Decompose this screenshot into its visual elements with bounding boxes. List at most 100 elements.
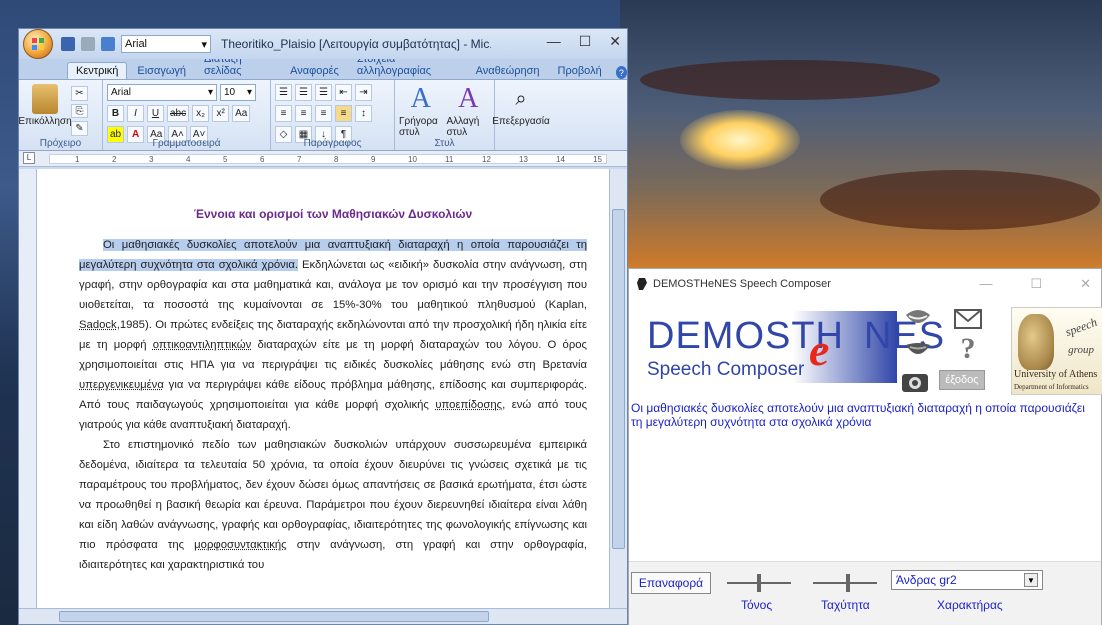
scroll-thumb[interactable] (59, 611, 489, 622)
font-size-combo[interactable]: 10 ▾ (220, 84, 256, 101)
bullets-icon[interactable]: ☰ (275, 84, 292, 101)
italic-button[interactable]: I (127, 105, 144, 122)
tone-label: Τόνος (741, 598, 773, 612)
reset-button[interactable]: Επαναφορά (631, 572, 711, 594)
tab-view[interactable]: Προβολή (550, 63, 610, 79)
ruler-tick: 11 (445, 155, 454, 164)
chevron-down-icon: ▾ (246, 87, 252, 98)
window-controls: — ☐ ✕ (547, 33, 621, 50)
align-center-icon[interactable]: ≡ (295, 105, 312, 122)
record-icon[interactable] (899, 365, 933, 397)
close-icon[interactable]: ✕ (1080, 276, 1091, 292)
wallpaper-cloud (820, 170, 1100, 230)
ruler-tick: 14 (556, 155, 565, 164)
exit-button[interactable]: έξοδος (939, 370, 985, 390)
minimize-icon[interactable]: — (979, 276, 992, 292)
horizontal-ruler[interactable]: L 1 2 3 4 5 6 7 8 9 10 11 12 13 14 15 (19, 151, 627, 167)
increase-indent-icon[interactable]: ⇥ (355, 84, 372, 101)
justify-icon[interactable]: ≡ (335, 105, 352, 122)
tab-home[interactable]: Κεντρική (67, 62, 128, 79)
document-page[interactable]: Έννοια και ορισμοί των Μαθησιακών Δυσκολ… (37, 169, 611, 608)
help-icon[interactable]: ? (615, 66, 627, 79)
spelling-flag: Sadock (79, 319, 117, 331)
uoa-group-text: group (1068, 344, 1094, 356)
close-icon[interactable]: ✕ (609, 33, 621, 50)
spelling-flag: υποεπίδοσης (435, 399, 503, 411)
ruler-tick: 5 (223, 155, 228, 164)
group-paragraph: ☰ ☰ ☰ ⇤ ⇥ ≡ ≡ ≡ ≡ ↕ ◇ ▦ ↓ ¶ Παράγραφος (271, 80, 395, 150)
quick-styles-label: Γρήγορα στυλ (399, 116, 438, 138)
group-label-paragraph: Παράγραφος (303, 138, 362, 149)
strikethrough-button[interactable]: abc (167, 105, 190, 122)
tab-references[interactable]: Αναφορές (282, 63, 347, 79)
speech-text-area[interactable]: Οι μαθησιακές δυσκολίες αποτελούν μια αν… (631, 401, 1093, 429)
tab-review[interactable]: Αναθεώρηση (468, 63, 548, 79)
ruler-tick: 9 (371, 155, 376, 164)
ruler-tick: 2 (112, 155, 117, 164)
superscript-button[interactable]: x² (212, 105, 230, 122)
numbering-icon[interactable]: ☰ (295, 84, 312, 101)
save-icon[interactable] (61, 37, 75, 51)
align-right-icon[interactable]: ≡ (315, 105, 332, 122)
subscript-button[interactable]: x₂ (192, 105, 210, 122)
scroll-thumb[interactable] (612, 209, 625, 549)
mail-icon[interactable] (951, 303, 985, 335)
group-clipboard: Επικόλληση ✂ ⎘ ✎ Πρόχειρο (18, 80, 103, 150)
tone-slider[interactable] (727, 574, 791, 592)
speed-slider[interactable] (813, 574, 877, 592)
slider-knob[interactable] (757, 574, 761, 592)
copy-icon[interactable]: ⎘ (71, 103, 88, 119)
demo-window-title: DEMOSTHeNES Speech Composer (653, 278, 831, 290)
maximize-icon[interactable]: ☐ (579, 33, 592, 50)
voice-select[interactable]: Άνδρας gr2 ▼ (891, 570, 1043, 590)
word-titlebar: Arial ▾ Theoritiko_Plaisio [Λειτουργία σ… (19, 29, 627, 59)
align-left-icon[interactable]: ≡ (275, 105, 292, 122)
multilevel-list-icon[interactable]: ☰ (315, 84, 332, 101)
ruler-tick: 12 (482, 155, 491, 164)
vertical-ruler[interactable] (19, 169, 37, 608)
help-icon[interactable]: ? (951, 332, 985, 365)
bold-button[interactable]: B (107, 105, 124, 122)
ruler-tick: 4 (186, 155, 191, 164)
quick-styles-button[interactable]: A Γρήγορα στυλ (399, 84, 443, 139)
ruler-tick: 15 (593, 155, 602, 164)
ruler-tick: 8 (334, 155, 339, 164)
maximize-icon[interactable]: ☐ (1030, 276, 1042, 292)
group-label-font: Γραμματοσειρά (152, 138, 221, 149)
uoa-speech-text: speech (1063, 314, 1100, 340)
chevron-down-icon[interactable]: ▼ (1024, 573, 1038, 587)
vertical-scrollbar[interactable] (609, 169, 627, 608)
app-icon (637, 278, 647, 290)
office-button[interactable] (23, 29, 53, 59)
mouth-icon[interactable] (901, 335, 935, 367)
word-window: Arial ▾ Theoritiko_Plaisio [Λειτουργία σ… (18, 28, 628, 625)
format-painter-icon[interactable]: ✎ (71, 121, 88, 137)
ruler-tick: 6 (260, 155, 265, 164)
decrease-indent-icon[interactable]: ⇤ (335, 84, 352, 101)
spelling-flag: υπεργενικευμένα (79, 379, 164, 391)
slider-knob[interactable] (846, 574, 851, 592)
ruler-tick: 13 (519, 155, 528, 164)
change-styles-button[interactable]: A Αλλαγή στυλ (447, 84, 491, 139)
character-label: Χαρακτήρας (937, 598, 1003, 612)
clear-format-button[interactable]: Aa (232, 105, 251, 122)
cut-icon[interactable]: ✂ (71, 86, 88, 101)
speak-lips-icon[interactable] (901, 303, 935, 335)
horizontal-scrollbar[interactable] (19, 608, 627, 624)
tab-selector-icon[interactable]: L (23, 152, 35, 164)
line-spacing-icon[interactable]: ↕ (355, 105, 372, 122)
demo-titlebar: DEMOSTHeNES Speech Composer — ☐ ✕ (629, 269, 1101, 299)
redo-icon[interactable] (101, 37, 115, 51)
underline-button[interactable]: U (147, 105, 164, 122)
editing-button[interactable]: ⌕ Επεξεργασία (492, 84, 550, 136)
uoa-name: University of Athens (1014, 369, 1098, 380)
spelling-flag: μορφοσυντακτικής (194, 539, 287, 551)
qat-font-box[interactable]: Arial ▾ (121, 35, 211, 53)
paste-button[interactable]: Επικόλληση (18, 84, 72, 136)
spelling-flag: οπτικοαντιληπτικών (152, 339, 252, 351)
font-name-combo[interactable]: Arial ▾ (107, 84, 217, 101)
paste-label: Επικόλληση (18, 116, 72, 127)
minimize-icon[interactable]: — (547, 33, 561, 50)
undo-icon[interactable] (81, 37, 95, 51)
tab-insert[interactable]: Εισαγωγή (129, 63, 194, 79)
